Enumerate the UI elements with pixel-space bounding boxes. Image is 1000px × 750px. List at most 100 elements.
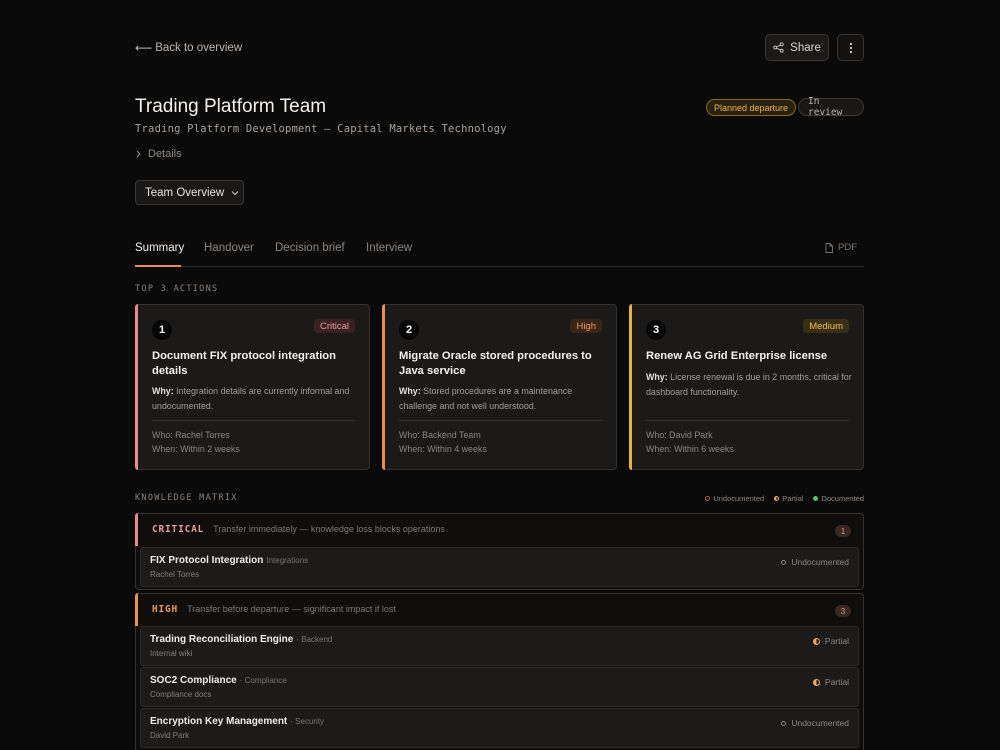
group-header: CRITICAL Transfer immediately — knowledg…: [152, 524, 445, 535]
group-accent: [135, 593, 138, 626]
priority-badge: Critical: [313, 319, 355, 333]
more-vertical-icon: [849, 42, 852, 53]
undocumented-status-icon: [781, 559, 787, 565]
tab-decision-brief[interactable]: Decision brief: [275, 242, 345, 254]
why-text: Integration details are currently inform…: [152, 386, 350, 411]
row-owner: Internal wiki: [150, 649, 193, 658]
why-label: Why:: [399, 386, 421, 396]
action-why: Why: License renewal is due in 2 months,…: [646, 370, 856, 399]
priority-badge: High: [570, 319, 602, 333]
row-title: SOC2 Compliance: [150, 675, 237, 686]
legend-documented-label: Documented: [821, 494, 864, 503]
card-accent: [629, 304, 632, 470]
actions-section-label: TOP 3 ACTIONS: [135, 284, 219, 294]
page-title: Trading Platform Team: [135, 96, 327, 117]
row-title-wrap: Trading Reconciliation Engine · Backend: [150, 634, 332, 645]
action-number: 1: [152, 320, 172, 340]
action-when: When: Within 4 weeks: [399, 444, 487, 454]
row-title-wrap: FIX Protocol Integration Integrations: [150, 555, 308, 566]
status-legend: Undocumented Partial Documented: [705, 494, 864, 503]
share-icon: [773, 42, 784, 53]
legend-undocumented-label: Undocumented: [713, 494, 765, 503]
details-label: Details: [148, 148, 182, 160]
details-toggle[interactable]: Details: [135, 148, 182, 160]
partial-status-icon: [812, 637, 820, 645]
tab-summary[interactable]: Summary: [135, 242, 184, 254]
priority-badge: Medium: [803, 319, 849, 333]
action-why: Why: Integration details are currently i…: [152, 384, 362, 413]
legend-partial: Partial: [774, 494, 803, 503]
partial-status-icon: [812, 678, 820, 686]
matrix-group-critical: CRITICAL Transfer immediately — knowledg…: [135, 513, 864, 590]
view-select[interactable]: Team Overview: [135, 180, 244, 205]
why-label: Why:: [646, 372, 668, 382]
status-badge-review: In review: [798, 96, 864, 118]
row-status-label: Partial: [824, 636, 849, 646]
undocumented-dot-icon: [705, 496, 711, 501]
action-who: Who: Rachel Torres: [152, 430, 230, 440]
action-card[interactable]: 1 Critical Document FIX protocol integra…: [135, 304, 370, 470]
action-title: Renew AG Grid Enterprise license: [646, 350, 828, 362]
matrix-row[interactable]: SOC2 Compliance · Compliance Compliance d…: [140, 667, 859, 707]
row-status: Undocumented: [781, 557, 849, 567]
row-title: FIX Protocol Integration: [150, 555, 264, 566]
row-status: Partial: [812, 677, 849, 687]
row-status-label: Partial: [824, 677, 849, 687]
action-who: Who: Backend Team: [399, 430, 481, 440]
row-status-label: Undocumented: [791, 718, 849, 728]
card-divider: [646, 420, 849, 421]
action-when: When: Within 2 weeks: [152, 444, 240, 454]
row-owner: Rachel Torres: [150, 570, 200, 579]
file-icon: [825, 242, 833, 253]
row-title: Trading Reconciliation Engine: [150, 634, 294, 645]
row-category: · Backend: [296, 635, 333, 644]
why-label: Why:: [152, 386, 174, 396]
row-status: Undocumented: [781, 718, 849, 728]
status-badge-planned: Planned departure: [706, 99, 797, 116]
card-divider: [152, 420, 355, 421]
tab-handover[interactable]: Handover: [204, 242, 254, 254]
chevron-right-icon: [136, 150, 141, 158]
action-card[interactable]: 3 Medium Renew AG Grid Enterprise licens…: [629, 304, 864, 470]
group-description: Transfer before departure — significant …: [187, 604, 396, 614]
legend-undocumented: Undocumented: [705, 494, 764, 503]
view-select-value: Team Overview: [145, 186, 225, 199]
action-number: 3: [646, 320, 666, 340]
why-text: Stored procedures are a maintenance chal…: [399, 386, 573, 411]
arrow-left-icon: ⟵: [135, 41, 153, 55]
back-label: Back to overview: [155, 42, 243, 54]
action-who: Who: David Park: [646, 430, 713, 440]
why-text: License renewal is due in 2 months, crit…: [646, 372, 852, 397]
more-options-button[interactable]: [837, 34, 864, 61]
partial-dot-icon: [774, 496, 780, 501]
action-number: 2: [399, 320, 419, 340]
active-tab-indicator: [135, 265, 181, 267]
row-category: · Security: [290, 717, 325, 726]
action-when: When: Within 6 weeks: [646, 444, 734, 454]
row-status: Partial: [812, 636, 849, 646]
back-link[interactable]: ⟵ Back to overview: [135, 41, 242, 55]
matrix-group-high: HIGH Transfer before departure — signifi…: [135, 593, 864, 750]
matrix-row[interactable]: FIX Protocol Integration Integrations Rac…: [140, 547, 859, 587]
pdf-export-button[interactable]: PDF: [825, 242, 857, 253]
row-owner: Compliance docs: [150, 690, 212, 699]
tab-interview[interactable]: Interview: [366, 242, 412, 254]
share-button[interactable]: Share: [765, 34, 829, 61]
matrix-row[interactable]: Trading Reconciliation Engine · Backend I…: [140, 626, 859, 666]
undocumented-status-icon: [781, 720, 787, 726]
matrix-row[interactable]: Encryption Key Management · Security Davi…: [140, 708, 859, 748]
pdf-label: PDF: [838, 242, 857, 253]
row-title: Encryption Key Management: [150, 716, 288, 727]
matrix-section-label: KNOWLEDGE MATRIX: [135, 493, 238, 503]
group-count-badge: 3: [835, 605, 851, 617]
group-name: CRITICAL: [152, 524, 205, 535]
chevron-down-icon: [231, 190, 239, 195]
action-card[interactable]: 2 High Migrate Oracle stored procedures …: [382, 304, 617, 470]
row-status-label: Undocumented: [791, 557, 849, 567]
tab-bar: Summary Handover Decision brief Intervie…: [135, 236, 864, 267]
page-subtitle: Trading Platform Development — Capital M…: [135, 123, 507, 135]
action-why: Why: Stored procedures are a maintenance…: [399, 384, 609, 413]
group-accent: [135, 513, 138, 546]
card-accent: [135, 304, 138, 470]
group-count-badge: 1: [835, 525, 851, 537]
